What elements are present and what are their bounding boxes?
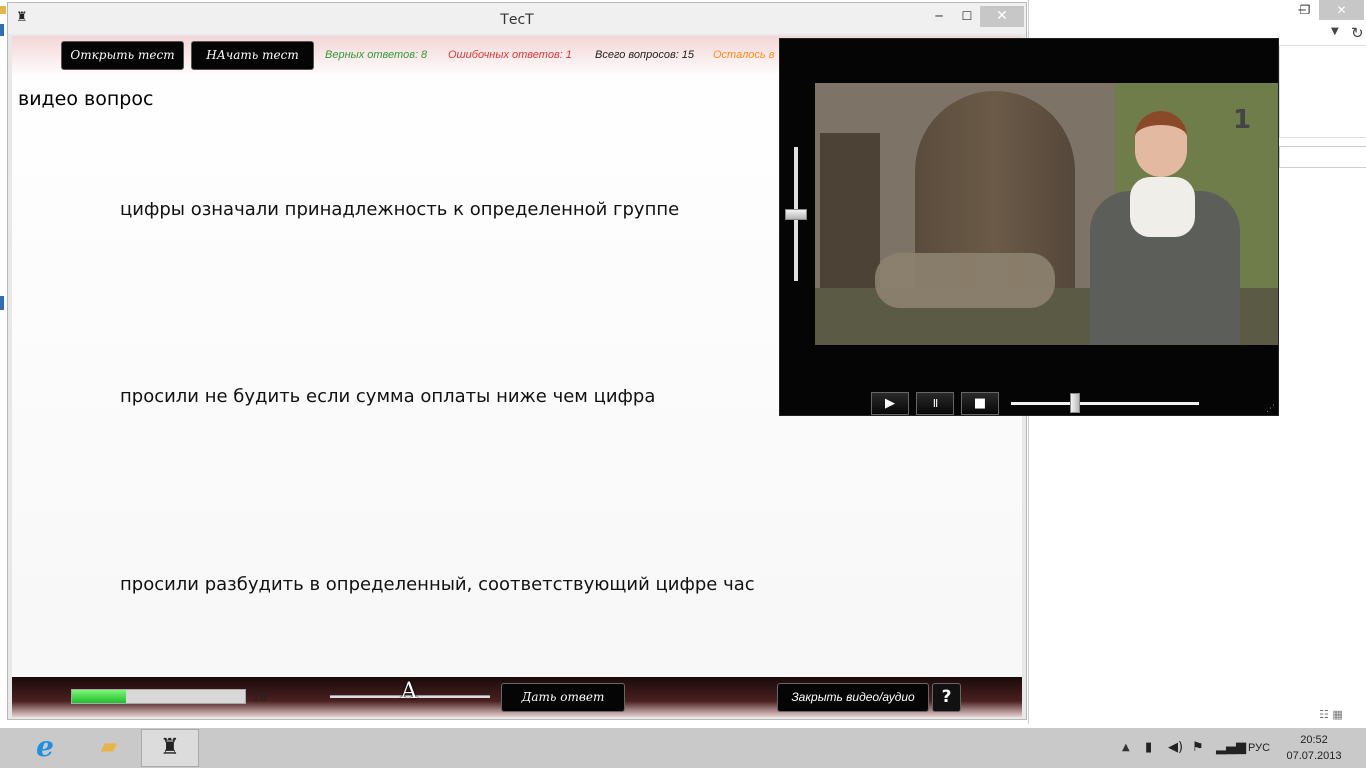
total-questions-count: Всего вопросов: 15 (595, 49, 695, 61)
file-explorer-icon[interactable]: ▰ (80, 729, 138, 767)
video-presenter (1090, 101, 1240, 345)
edge-marker (0, 296, 4, 310)
pause-button[interactable]: II (916, 392, 954, 415)
progress-number: 18 (252, 690, 268, 704)
taskbar: e ▰ ♜ ▲ ▮ ◀) ⚑ ▂▄▆ РУС 20:52 07.07.2013 (0, 728, 1366, 768)
edge-marker (0, 24, 4, 36)
video-figures (875, 253, 1055, 308)
correct-answers-count: Верных ответов: 8 (325, 49, 428, 61)
stop-button[interactable]: ■ (961, 392, 999, 415)
browser-close-button[interactable]: ✕ (1319, 0, 1364, 20)
close-media-button[interactable]: Закрыть видео/аудио (777, 683, 929, 712)
browser-restore-icon[interactable]: ❐ (1292, 0, 1318, 20)
volume-slider-knob[interactable] (785, 209, 807, 220)
font-size-knob-icon[interactable]: A (401, 679, 417, 704)
language-indicator[interactable]: РУС (1248, 742, 1270, 754)
clock-time[interactable]: 20:52 (1286, 734, 1342, 746)
folder-icon (0, 6, 6, 14)
browser-search-input[interactable]: ⚲ (1279, 146, 1366, 168)
video-frame[interactable]: 1 (815, 83, 1278, 345)
chevron-down-icon[interactable]: ▼ (1331, 26, 1339, 37)
video-player: 1 ▶ II ■ ⋰ (779, 38, 1279, 416)
channel-logo-icon: 1 (1233, 105, 1252, 135)
view-toggle-icons[interactable]: ☷ ▦ (1319, 708, 1343, 721)
help-button[interactable]: ? (932, 683, 961, 712)
play-button[interactable]: ▶ (871, 392, 909, 415)
minimize-button[interactable]: ─ (926, 6, 952, 27)
flag-icon[interactable]: ⚑ (1192, 740, 1204, 755)
open-test-button[interactable]: Открыть тест (61, 41, 184, 70)
close-button[interactable]: ✕ (980, 6, 1024, 27)
show-hidden-icons-icon[interactable]: ▲ (1122, 742, 1130, 753)
answer-option-2[interactable]: просили не будить если сумма оплаты ниже… (120, 386, 655, 407)
submit-answer-button[interactable]: Дать ответ (501, 683, 625, 712)
clock-date[interactable]: 07.07.2013 (1278, 750, 1350, 762)
progress-bar (71, 689, 246, 704)
wrong-answers-count: Ошибочных ответов: 1 (448, 49, 572, 61)
seek-slider-knob[interactable] (1070, 393, 1080, 413)
browser-panel (1279, 46, 1366, 138)
presenter-head (1135, 111, 1187, 177)
battery-icon[interactable]: ▮ (1145, 740, 1152, 755)
question-type-label: видео вопрос (18, 88, 154, 110)
remaining-questions: Осталось в (713, 49, 775, 61)
app-titlebar: ♜ ТесТ ─ ☐ ✕ (8, 3, 1026, 34)
browser-titlebar: ─ ❐ ✕ (1029, 0, 1366, 20)
resize-grip-icon[interactable]: ⋰ (1266, 404, 1275, 414)
internet-explorer-icon[interactable]: e (16, 729, 74, 767)
test-app-taskbar-icon[interactable]: ♜ (141, 729, 199, 767)
answer-option-1[interactable]: цифры означали принадлежность к определе… (120, 199, 679, 220)
bottom-bar: 18 A Дать ответ Закрыть видео/аудио ? (12, 677, 1022, 717)
player-controls: ▶ II ■ (780, 387, 1280, 417)
answer-option-3[interactable]: просили разбудить в определенный, соотве… (120, 574, 755, 595)
network-signal-icon[interactable]: ▂▄▆ (1216, 740, 1246, 755)
seek-slider-track[interactable] (1011, 402, 1199, 405)
volume-icon[interactable]: ◀) (1168, 740, 1183, 755)
presenter-scarf (1130, 177, 1195, 237)
start-test-button[interactable]: НАчать тест (191, 41, 314, 70)
progress-fill (72, 690, 126, 703)
refresh-icon[interactable]: ↻ (1351, 24, 1364, 42)
maximize-button[interactable]: ☐ (954, 6, 980, 27)
window-title: ТесТ (500, 12, 534, 28)
